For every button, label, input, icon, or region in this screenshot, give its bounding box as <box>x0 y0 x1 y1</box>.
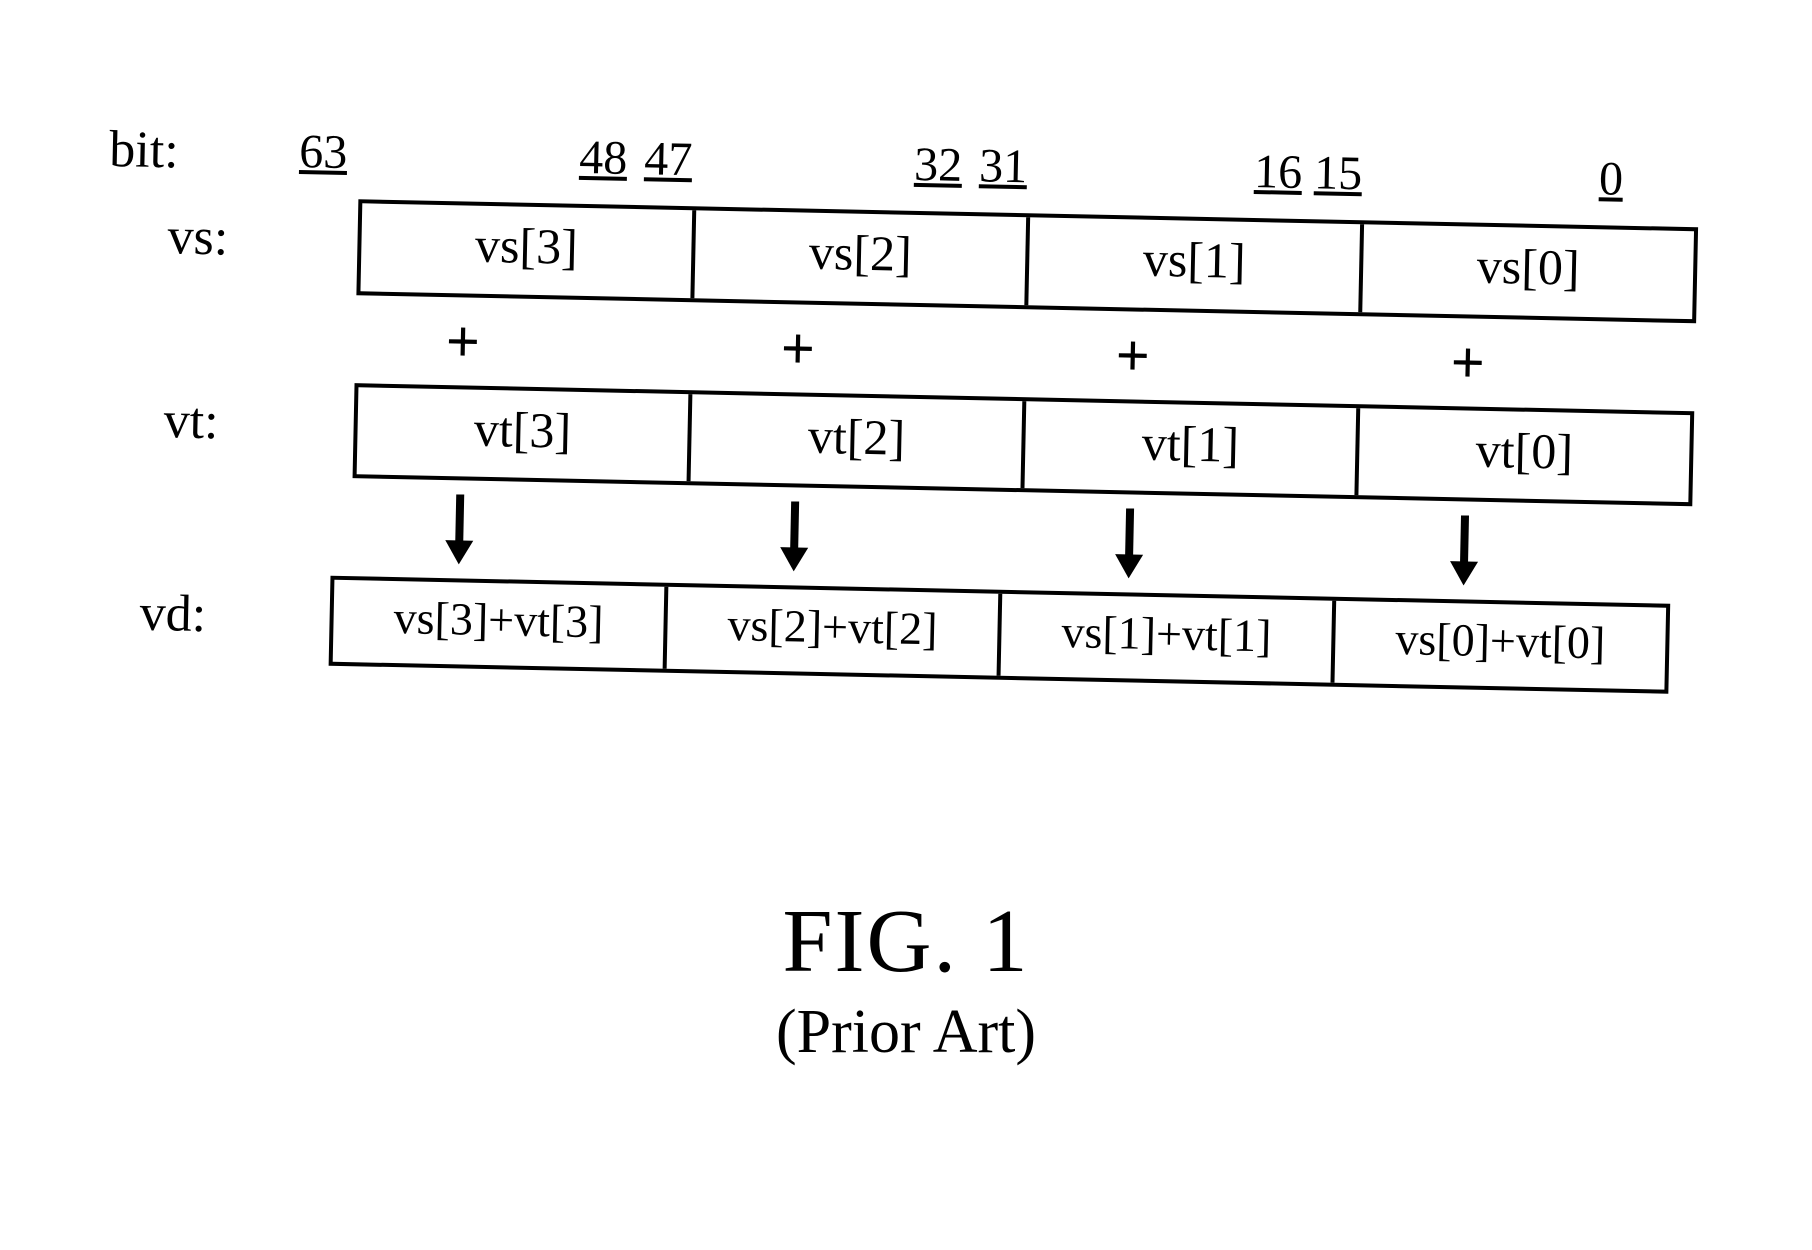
vd-cell-1: vs[1]+vt[1] <box>1001 594 1337 683</box>
figure-number: FIG. 1 <box>0 890 1812 993</box>
vt-row: vt: vt[3] vt[2] vt[1] vt[0] <box>103 377 1695 506</box>
bit-positions-inner: 63 48 47 32 31 16 15 0 <box>299 124 1640 212</box>
arrow-down-icon-2 <box>626 498 962 575</box>
arrow-label-spacer <box>102 487 292 491</box>
bit-32: 32 <box>914 137 963 193</box>
bit-0: 0 <box>1599 151 1624 206</box>
vt-register-cells: vt[3] vt[2] vt[1] vt[0] <box>353 383 1695 507</box>
vd-row: vd: vs[3]+vt[3] vs[2]+vt[2] vs[1]+vt[1] … <box>99 571 1691 694</box>
plus-icon-1: + <box>965 321 1301 388</box>
arrow-down-icon-3 <box>291 491 627 568</box>
arrow-symbols-inner <box>291 491 1632 589</box>
arrow-symbols <box>291 491 1632 589</box>
vs-register-cells: vs[3] vs[2] vs[1] vs[0] <box>356 199 1698 323</box>
arrow-row <box>101 487 1692 590</box>
vt-label: vt: <box>103 377 354 453</box>
vd-cell-2: vs[2]+vt[2] <box>667 587 1003 676</box>
vt-register: vt[3] vt[2] vt[1] vt[0] <box>353 383 1695 507</box>
vs-label: vs: <box>107 194 358 270</box>
plus-icon-2: + <box>630 314 966 381</box>
diagram-page: bit: 63 48 47 32 31 16 15 0 vs: vs[3] <box>0 0 1812 1250</box>
vt-cell-3: vt[3] <box>357 387 693 481</box>
vt-cell-0: vt[0] <box>1358 408 1690 502</box>
arrow-down-icon-0 <box>1296 512 1632 589</box>
bit-63: 63 <box>299 124 348 180</box>
vs-cell-0: vs[0] <box>1362 224 1694 318</box>
bit-label: bit: <box>109 120 300 183</box>
vs-register: vs[3] vs[2] vs[1] vs[0] <box>356 199 1698 323</box>
vd-label: vd: <box>99 571 330 647</box>
register-diagram: bit: 63 48 47 32 31 16 15 0 vs: vs[3] <box>98 120 1699 708</box>
plus-icon-0: + <box>1300 328 1636 395</box>
vd-register: vs[3]+vt[3] vs[2]+vt[2] vs[1]+vt[1] vs[0… <box>329 576 1671 694</box>
bit-16: 16 <box>1254 144 1303 200</box>
figure-caption: FIG. 1 (Prior Art) <box>0 890 1812 1068</box>
bit-48: 48 <box>579 130 628 186</box>
vt-cell-2: vt[2] <box>691 394 1027 488</box>
bit-31: 31 <box>979 138 1028 194</box>
figure-subtitle: (Prior Art) <box>0 997 1812 1068</box>
bit-positions: 63 48 47 32 31 16 15 0 <box>299 124 1640 212</box>
vs-cell-1: vs[1] <box>1028 217 1364 311</box>
vd-register-cells: vs[3]+vt[3] vs[2]+vt[2] vs[1]+vt[1] vs[0… <box>329 576 1671 694</box>
plus-label-spacer <box>106 303 296 307</box>
vs-cell-3: vs[3] <box>360 203 696 297</box>
plus-symbols: + + + + <box>295 307 1636 395</box>
vs-cell-2: vs[2] <box>694 210 1030 304</box>
vd-cell-3: vs[3]+vt[3] <box>333 580 669 669</box>
bit-15: 15 <box>1314 145 1363 201</box>
plus-icon-3: + <box>295 307 631 374</box>
vs-row: vs: vs[3] vs[2] vs[1] vs[0] <box>106 194 1698 323</box>
plus-symbols-inner: + + + + <box>295 307 1636 395</box>
bit-47: 47 <box>644 131 693 187</box>
vt-cell-1: vt[1] <box>1024 401 1360 495</box>
arrow-down-icon-1 <box>961 505 1297 582</box>
vd-cell-0: vs[0]+vt[0] <box>1334 601 1666 690</box>
